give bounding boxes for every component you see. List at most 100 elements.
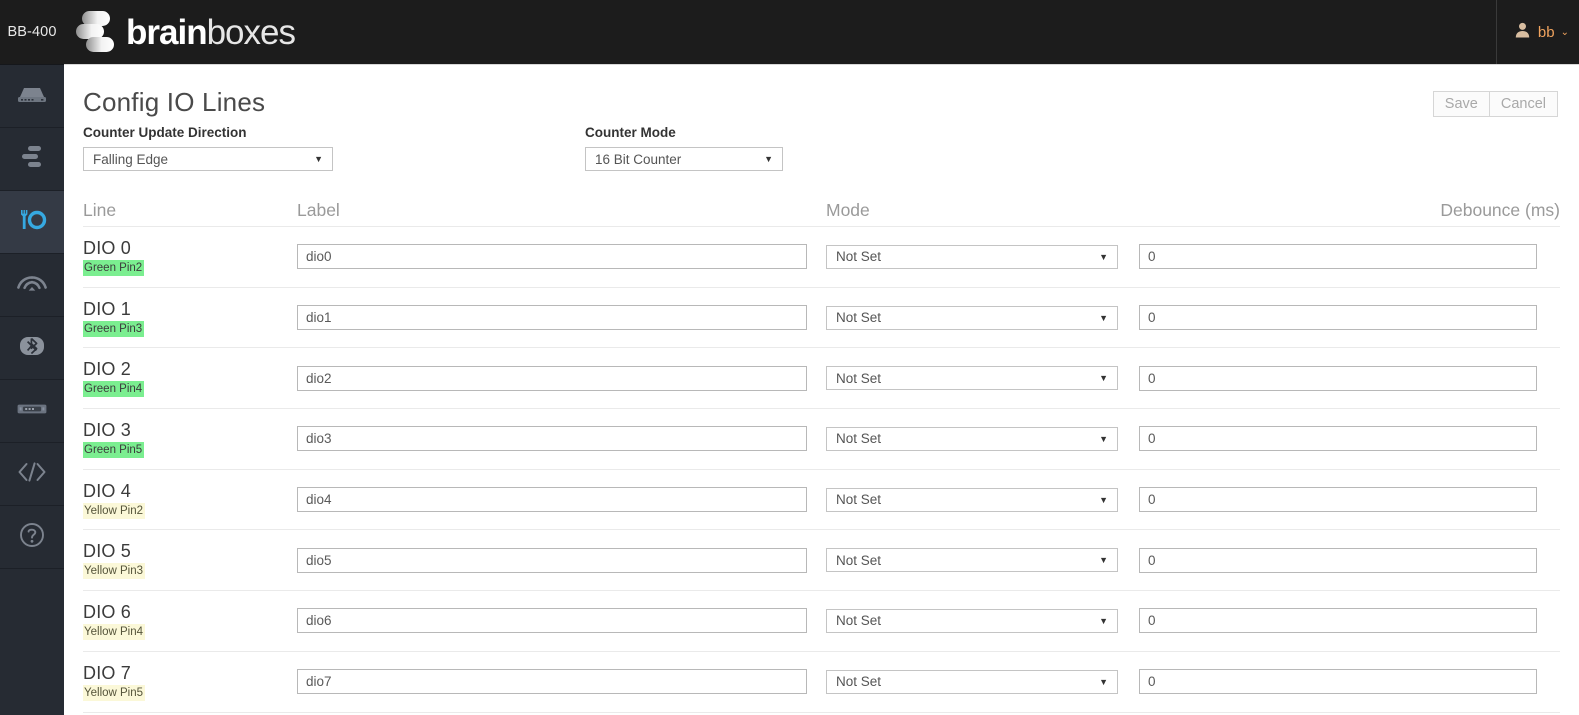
label-input[interactable]	[297, 365, 807, 391]
line-name: DIO 6	[83, 601, 132, 622]
line-name: DIO 0	[83, 237, 132, 258]
label-cell	[297, 426, 826, 452]
mode-select[interactable]: Not Set ▼	[826, 244, 1118, 269]
label-input[interactable]	[297, 244, 807, 270]
sidebar	[0, 64, 64, 715]
mode-select[interactable]: Not Set ▼	[826, 487, 1118, 512]
user-icon	[1515, 22, 1530, 43]
network-icon	[19, 145, 45, 174]
debounce-input[interactable]	[1139, 487, 1537, 513]
counter-update-direction-select[interactable]: Falling Edge ▼	[83, 147, 333, 171]
wifi-icon	[17, 272, 47, 298]
page-title: Config IO Lines	[83, 87, 266, 117]
line-name: DIO 3	[83, 419, 132, 440]
line-cell: DIO 3 Green Pin5	[83, 420, 297, 458]
counter-mode-value: 16 Bit Counter	[595, 151, 682, 167]
mode-select[interactable]: Not Set ▼	[826, 548, 1118, 573]
line-name: DIO 4	[83, 480, 132, 501]
column-header-line: Line	[83, 200, 117, 220]
debounce-cell	[1139, 426, 1560, 452]
cancel-button[interactable]: Cancel	[1488, 91, 1558, 117]
debounce-cell	[1139, 365, 1560, 391]
mode-value: Not Set	[836, 674, 882, 690]
chevron-down-icon: ▼	[1099, 312, 1108, 323]
user-menu[interactable]: bb ⌄	[1495, 0, 1579, 64]
chevron-down-icon: ▼	[1099, 615, 1108, 626]
table-row: DIO 6Yellow Pin4 Not Set ▼	[83, 591, 1560, 652]
table-row: DIO 2Green Pin4 Not Set ▼	[83, 348, 1560, 410]
label-cell	[297, 608, 826, 634]
column-header-debounce: Debounce (ms)	[1440, 200, 1560, 220]
label-cell	[297, 487, 826, 513]
sidebar-item-wifi[interactable]	[0, 254, 64, 317]
main-content: Config IO Lines Save Cancel Counter Upda…	[64, 64, 1579, 715]
mode-cell: Not Set ▼	[826, 548, 1139, 573]
counter-update-direction-label: Counter Update Direction	[83, 125, 247, 140]
mode-cell: Not Set ▼	[826, 487, 1139, 512]
mode-value: Not Set	[836, 370, 882, 386]
counter-mode-select[interactable]: 16 Bit Counter ▼	[585, 147, 783, 171]
mode-value: Not Set	[836, 431, 882, 447]
top-bar: BB-400 brainboxes bb ⌄	[0, 0, 1579, 64]
logo-text-light: boxes	[206, 12, 296, 52]
pin-badge: Green Pin5	[83, 441, 145, 458]
table-row: DIO 4Yellow Pin2 Not Set ▼	[83, 470, 1560, 531]
mode-cell: Not Set ▼	[826, 426, 1139, 451]
sidebar-item-io-config[interactable]	[0, 191, 64, 254]
chevron-down-icon: ▼	[1099, 555, 1108, 566]
debounce-input[interactable]	[1139, 305, 1537, 331]
sidebar-item-code[interactable]	[0, 443, 64, 506]
debounce-input[interactable]	[1139, 426, 1537, 452]
label-input[interactable]	[297, 426, 807, 452]
counter-mode-field: Counter Mode 16 Bit Counter ▼	[585, 125, 783, 171]
counter-mode-label: Counter Mode	[585, 125, 676, 140]
table-row: DIO 3Green Pin5 Not Set ▼	[83, 409, 1560, 470]
chevron-down-icon: ▼	[1099, 494, 1108, 505]
debounce-cell	[1139, 608, 1560, 634]
sidebar-item-serial[interactable]	[0, 380, 64, 443]
pin-badge: Yellow Pin4	[83, 623, 146, 640]
pin-badge: Green Pin2	[83, 259, 145, 276]
debounce-cell	[1139, 244, 1560, 270]
chevron-down-icon: ⌄	[1560, 26, 1569, 38]
debounce-input[interactable]	[1139, 669, 1537, 695]
line-cell: DIO 1 Green Pin3	[83, 299, 297, 337]
io-lines-table: Line Label Mode Debounce (ms) DIO 0 Green…	[83, 193, 1560, 713]
mode-cell: Not Set ▼	[826, 366, 1139, 391]
debounce-input[interactable]	[1139, 244, 1537, 270]
table-row: DIO 7Yellow Pin5 Not Set ▼	[83, 652, 1560, 713]
pin-badge: Green Pin4	[83, 381, 145, 398]
debounce-input[interactable]	[1139, 608, 1537, 634]
sidebar-item-device[interactable]	[0, 65, 64, 128]
action-buttons: Save Cancel	[1432, 91, 1558, 117]
label-input[interactable]	[297, 305, 807, 331]
pin-badge: Yellow Pin3	[83, 563, 146, 580]
label-input[interactable]	[297, 487, 807, 513]
sidebar-item-network[interactable]	[0, 128, 64, 191]
table-row: DIO 1Green Pin3 Not Set ▼	[83, 288, 1560, 349]
mode-select[interactable]: Not Set ▼	[826, 305, 1118, 330]
serial-port-icon	[17, 402, 47, 421]
column-header-label: Label	[297, 200, 340, 220]
debounce-input[interactable]	[1139, 547, 1537, 573]
sidebar-item-bluetooth[interactable]	[0, 317, 64, 380]
table-header-row: Line Label Mode Debounce (ms)	[83, 193, 1560, 227]
user-name-label: bb	[1537, 23, 1555, 41]
label-input[interactable]	[297, 547, 807, 573]
mode-select[interactable]: Not Set ▼	[826, 608, 1118, 633]
line-cell: DIO 2 Green Pin4	[83, 359, 297, 398]
line-name: DIO 5	[83, 541, 132, 562]
chevron-down-icon: ▼	[1099, 251, 1108, 262]
label-input[interactable]	[297, 608, 807, 634]
mode-select[interactable]: Not Set ▼	[826, 669, 1118, 694]
label-input[interactable]	[297, 669, 807, 695]
mode-cell: Not Set ▼	[826, 305, 1139, 330]
mode-select[interactable]: Not Set ▼	[826, 366, 1118, 391]
device-model-label: BB-400	[7, 24, 57, 40]
save-button[interactable]: Save	[1432, 91, 1489, 117]
sidebar-item-help[interactable]	[0, 506, 64, 569]
line-cell: DIO 6 Yellow Pin4	[83, 602, 297, 640]
debounce-input[interactable]	[1139, 365, 1537, 391]
mode-select[interactable]: Not Set ▼	[826, 426, 1118, 451]
line-cell: DIO 5 Yellow Pin3	[83, 541, 297, 580]
